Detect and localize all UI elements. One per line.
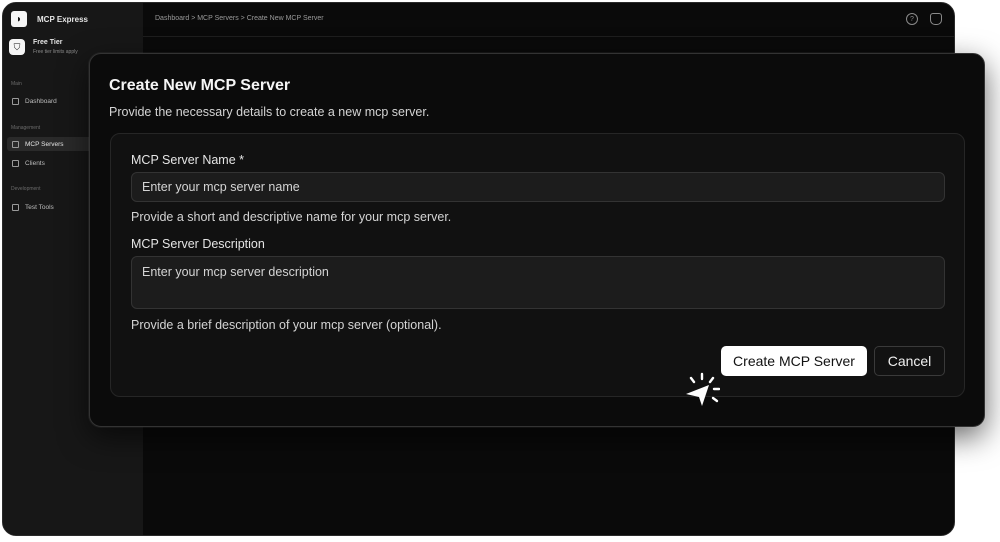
tier-subtitle: Free tier limits apply — [33, 49, 78, 55]
description-help-text: Provide a brief description of your mcp … — [131, 318, 442, 332]
home-icon — [12, 97, 19, 105]
server-description-input[interactable] — [131, 256, 945, 309]
create-server-button[interactable]: Create MCP Server — [721, 346, 867, 376]
section-label-main: Main — [11, 81, 22, 87]
app-logo[interactable]: ◗ MCP Express — [11, 11, 88, 27]
form-card: MCP Server Name * Provide a short and de… — [110, 133, 965, 397]
users-icon — [12, 159, 19, 167]
click-cursor-icon — [686, 372, 720, 406]
sidebar-item-label: MCP Servers — [25, 140, 64, 148]
dialog-description: Provide the necessary details to create … — [109, 105, 430, 119]
bell-icon[interactable] — [930, 13, 942, 25]
breadcrumb: Dashboard > MCP Servers > Create New MCP… — [155, 15, 324, 22]
tier-card[interactable]: ⛉ Free Tier Free tier limits apply — [9, 39, 78, 55]
sidebar-item-label: Clients — [25, 159, 45, 167]
grid-icon — [12, 203, 19, 211]
name-help-text: Provide a short and descriptive name for… — [131, 210, 452, 224]
top-bar: Dashboard > MCP Servers > Create New MCP… — [143, 3, 954, 37]
cancel-button[interactable]: Cancel — [874, 346, 945, 376]
help-icon[interactable]: ? — [906, 13, 918, 25]
description-label: MCP Server Description — [131, 237, 265, 251]
sidebar-item-label: Dashboard — [25, 97, 57, 105]
section-label-management: Management — [11, 125, 41, 131]
shield-icon: ⛉ — [9, 39, 25, 55]
sidebar-item-label: Test Tools — [25, 203, 54, 211]
app-title: MCP Express — [37, 14, 88, 24]
server-name-input[interactable] — [131, 172, 945, 202]
name-label: MCP Server Name * — [131, 153, 244, 167]
dialog-title: Create New MCP Server — [109, 77, 291, 94]
create-server-dialog: Create New MCP Server Provide the necess… — [89, 53, 985, 427]
tier-title: Free Tier — [33, 39, 63, 46]
server-icon — [12, 140, 19, 148]
logo-icon: ◗ — [11, 11, 27, 27]
section-label-development: Development — [11, 186, 41, 192]
